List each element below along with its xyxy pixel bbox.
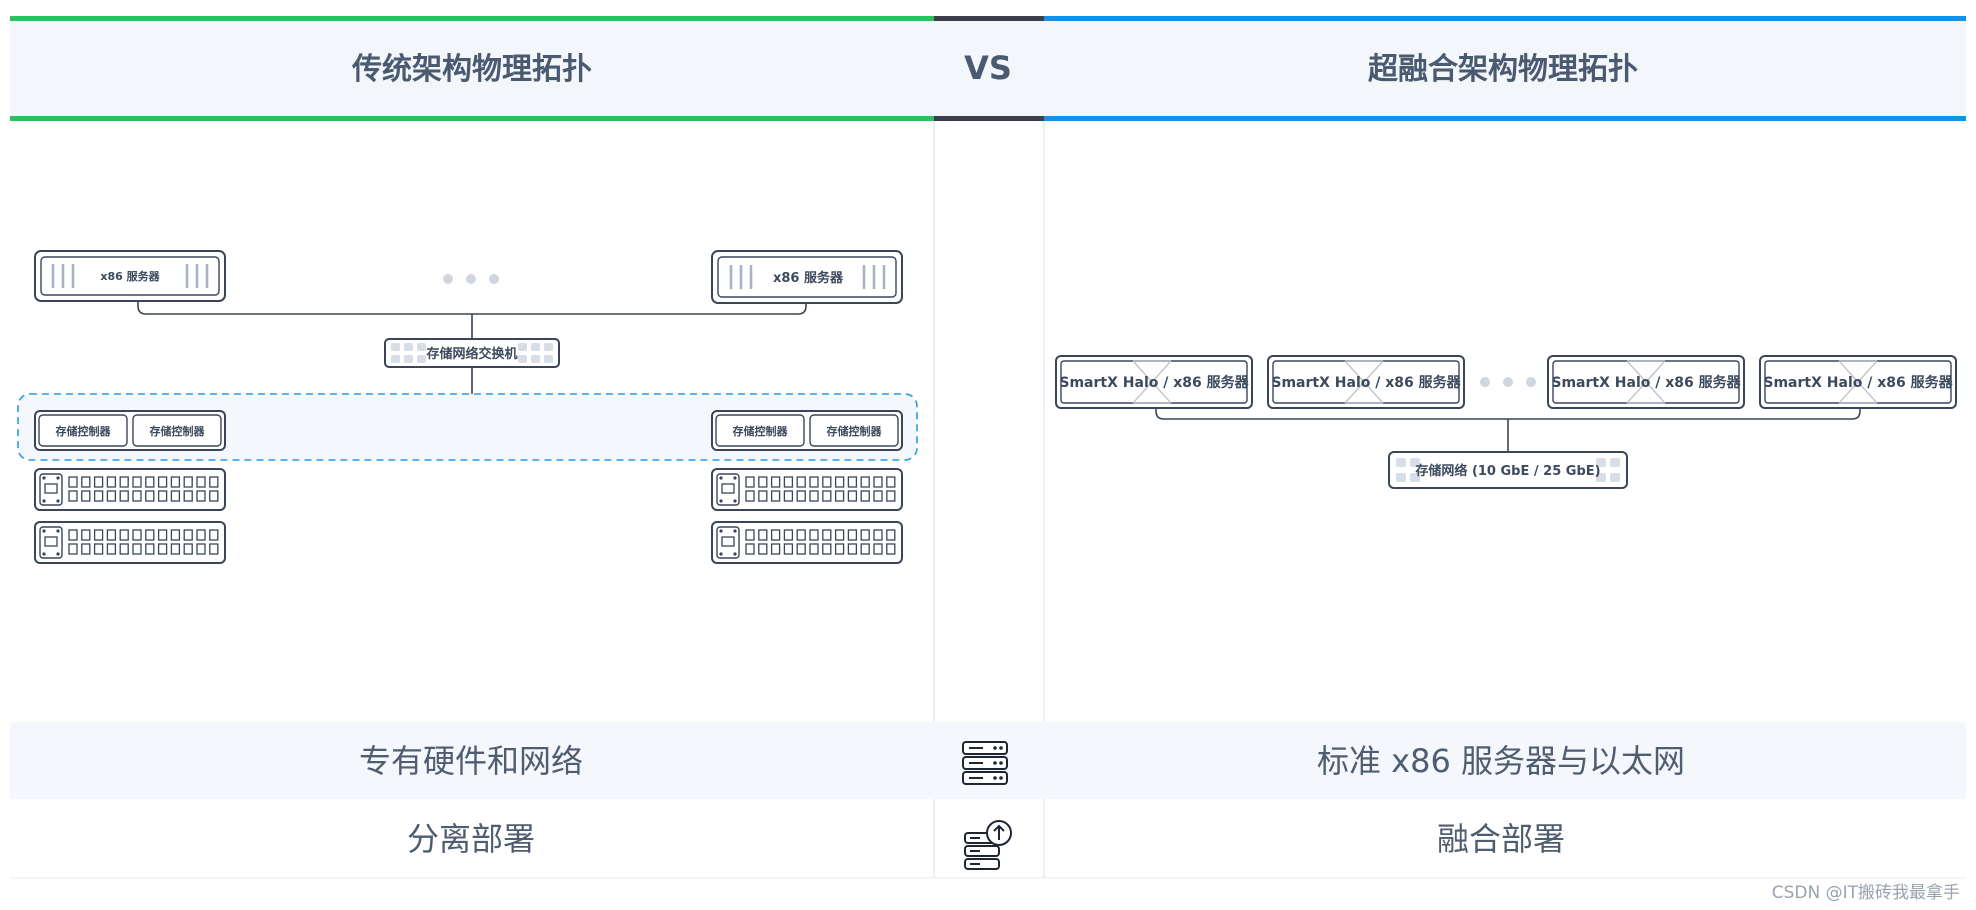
disk-shelf <box>34 468 226 511</box>
hc-storage-switch: 存储网络 (10 GbE / 25 GbE) <box>1388 451 1628 489</box>
comparison-rows: 专有硬件和网络 标准 x86 服务器与以太网 分离部署 融合部署 <box>10 722 1966 879</box>
storage-network-switch-label: 存储网络交换机 <box>426 346 517 362</box>
comparison-diagram: 传统架构物理拓扑 VS 超融合架构物理拓扑 x86 服务器 x86 服务器 存储… <box>10 16 1966 903</box>
hc-storage-switch-label: 存储网络 (10 GbE / 25 GbE) <box>1415 463 1600 479</box>
vs-accent-top <box>934 16 1044 21</box>
left-accent-bottom <box>10 116 934 121</box>
disk-shelves <box>34 468 903 564</box>
right-accent-bottom <box>1044 116 1966 121</box>
hc-bus-line <box>1155 408 1861 420</box>
hc-node-1: SmartX Halo / x86 服务器 <box>1055 355 1253 409</box>
storage-controller-4-label: 存储控制器 <box>827 424 883 438</box>
disk-shelf <box>34 521 226 564</box>
ellipsis-dots-left <box>443 274 499 284</box>
row-1-left-text: 专有硬件和网络 <box>359 742 583 780</box>
hc-node-1-label: SmartX Halo / x86 服务器 <box>1059 374 1249 391</box>
disk-shelf <box>711 521 903 564</box>
header: 传统架构物理拓扑 VS 超融合架构物理拓扑 <box>10 16 1966 121</box>
storage-controller-2-label: 存储控制器 <box>150 424 206 438</box>
traditional-topology: x86 服务器 x86 服务器 存储网络交换机 存储控制器 存储控制器 存储控制… <box>17 250 918 564</box>
hyperconverged-topology: SmartX Halo / x86 服务器 SmartX Halo / x86 … <box>1055 355 1957 489</box>
x86-server-left: x86 服务器 <box>34 250 226 302</box>
disk-shelf <box>711 468 903 511</box>
hc-node-2: SmartX Halo / x86 服务器 <box>1267 355 1465 409</box>
right-title: 超融合架构物理拓扑 <box>1368 52 1638 87</box>
left-title: 传统架构物理拓扑 <box>351 52 592 87</box>
row-1-right-text: 标准 x86 服务器与以太网 <box>1317 742 1685 780</box>
vs-accent-bottom <box>934 116 1044 121</box>
server-bus-line <box>137 301 807 315</box>
controller-pair-right: 存储控制器 存储控制器 <box>711 410 903 451</box>
storage-network-switch: 存储网络交换机 <box>384 338 560 368</box>
server-upload-icon <box>964 820 1012 870</box>
ellipsis-dots-right <box>1480 377 1536 387</box>
hc-node-2-label: SmartX Halo / x86 服务器 <box>1271 374 1461 391</box>
storage-controller-1-label: 存储控制器 <box>56 424 112 438</box>
watermark: CSDN @IT搬砖我最拿手 <box>1772 882 1960 903</box>
row-2-right-text: 融合部署 <box>1437 820 1565 858</box>
left-accent-top <box>10 16 934 21</box>
hc-node-4-label: SmartX Halo / x86 服务器 <box>1763 374 1953 391</box>
hc-node-3-label: SmartX Halo / x86 服务器 <box>1551 374 1741 391</box>
x86-server-right: x86 服务器 <box>711 250 903 304</box>
row-2-left-text: 分离部署 <box>407 820 535 858</box>
x86-server-right-label: x86 服务器 <box>773 270 844 286</box>
right-accent-top <box>1044 16 1966 21</box>
storage-controller-3-label: 存储控制器 <box>733 424 789 438</box>
vs-label: VS <box>964 49 1012 87</box>
x86-server-left-label: x86 服务器 <box>100 269 160 283</box>
hc-node-3: SmartX Halo / x86 服务器 <box>1547 355 1745 409</box>
controller-pair-left: 存储控制器 存储控制器 <box>34 410 226 451</box>
hc-node-4: SmartX Halo / x86 服务器 <box>1759 355 1957 409</box>
server-rack-icon <box>962 741 1008 785</box>
hc-nodes: SmartX Halo / x86 服务器 SmartX Halo / x86 … <box>1055 355 1957 409</box>
